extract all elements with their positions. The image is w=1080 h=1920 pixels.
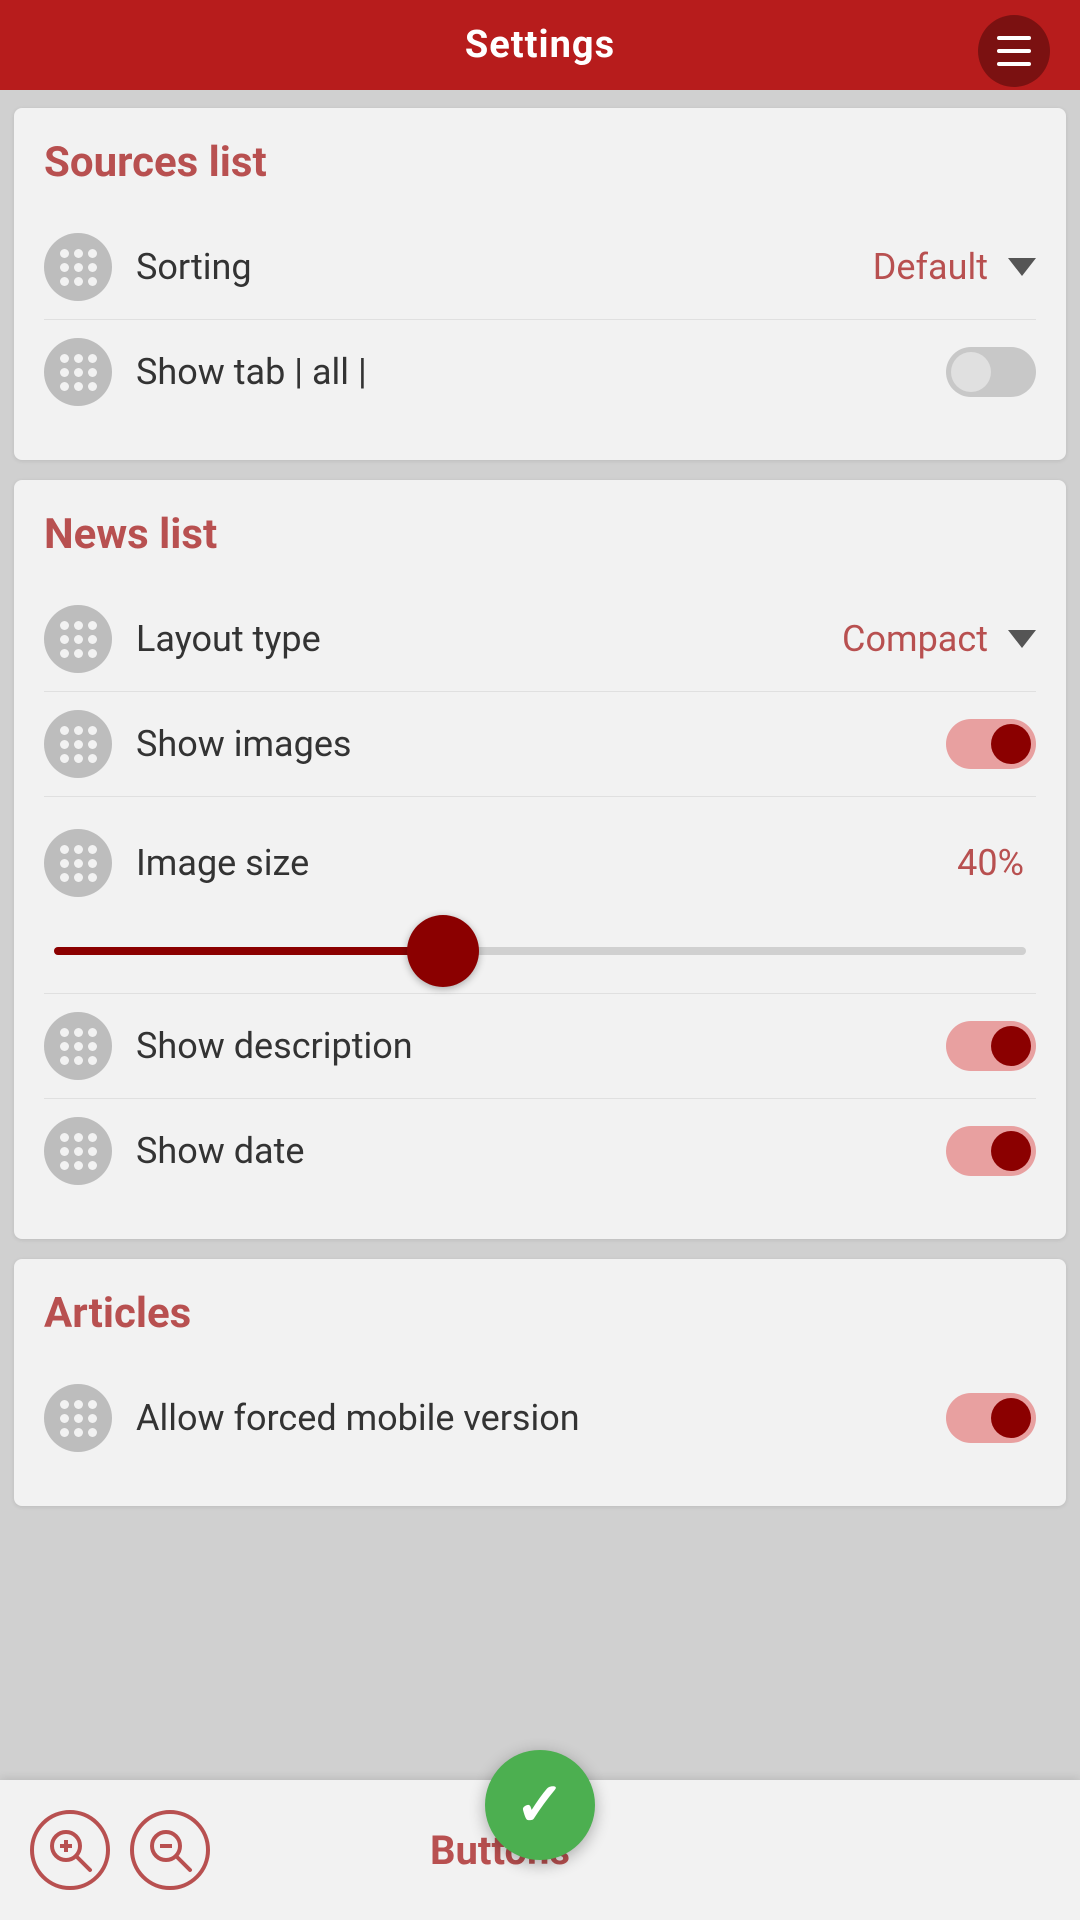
image-size-row: Image size 40% <box>44 811 1036 907</box>
news-list-title: News list <box>44 510 1036 559</box>
main-content: Sources list Sorting Default <box>0 90 1080 1626</box>
show-images-label: Show images <box>136 723 946 765</box>
layout-type-value: Compact <box>842 618 988 660</box>
toggle-knob <box>991 1131 1031 1171</box>
show-date-label: Show date <box>136 1130 946 1172</box>
slider-fill <box>54 947 443 955</box>
page-title: Settings <box>465 23 615 67</box>
grid-icon <box>60 845 96 881</box>
zoom-out-button[interactable] <box>130 1810 210 1890</box>
articles-title: Articles <box>44 1289 1036 1338</box>
hamburger-icon <box>997 36 1031 66</box>
zoom-out-icon <box>146 1826 194 1874</box>
show-date-icon <box>44 1117 112 1185</box>
show-tab-icon <box>44 338 112 406</box>
show-date-toggle[interactable] <box>946 1126 1036 1176</box>
grid-icon <box>60 1133 96 1169</box>
sorting-dropdown-arrow[interactable] <box>1008 258 1036 276</box>
layout-type-icon <box>44 605 112 673</box>
sorting-row: Sorting Default <box>44 215 1036 320</box>
grid-icon <box>60 249 96 285</box>
grid-icon <box>60 621 96 657</box>
image-size-slider-container[interactable] <box>44 947 1036 955</box>
grid-icon <box>60 726 96 762</box>
toggle-knob <box>991 724 1031 764</box>
show-tab-row: Show tab | all | <box>44 320 1036 424</box>
show-description-toggle[interactable] <box>946 1021 1036 1071</box>
show-description-icon <box>44 1012 112 1080</box>
allow-forced-mobile-row: Allow forced mobile version <box>44 1366 1036 1470</box>
layout-type-label: Layout type <box>136 618 842 660</box>
confirm-fab[interactable]: ✓ <box>485 1750 595 1860</box>
sorting-value: Default <box>873 246 988 288</box>
sorting-label: Sorting <box>136 246 873 288</box>
zoom-in-icon <box>46 1826 94 1874</box>
show-images-icon <box>44 710 112 778</box>
news-list-card: News list Layout type Compact <box>14 480 1066 1239</box>
allow-forced-mobile-label: Allow forced mobile version <box>136 1397 946 1439</box>
show-tab-label: Show tab | all | <box>136 351 946 393</box>
layout-type-dropdown-arrow[interactable] <box>1008 630 1036 648</box>
toggle-knob <box>991 1026 1031 1066</box>
show-date-row: Show date <box>44 1099 1036 1203</box>
toggle-knob <box>951 352 991 392</box>
sources-list-card: Sources list Sorting Default <box>14 108 1066 460</box>
allow-forced-mobile-icon <box>44 1384 112 1452</box>
menu-button[interactable] <box>978 15 1050 87</box>
grid-icon <box>60 1028 96 1064</box>
image-size-section: Image size 40% <box>44 797 1036 994</box>
zoom-in-button[interactable] <box>30 1810 110 1890</box>
slider-thumb[interactable] <box>407 915 479 987</box>
image-size-value: 40% <box>957 842 1024 884</box>
layout-type-row: Layout type Compact <box>44 587 1036 692</box>
image-size-label: Image size <box>136 842 957 884</box>
sources-list-title: Sources list <box>44 138 1036 187</box>
toggle-knob <box>991 1398 1031 1438</box>
articles-card: Articles Allow forced mobile version <box>14 1259 1066 1506</box>
slider-track[interactable] <box>54 947 1026 955</box>
sorting-icon <box>44 233 112 301</box>
show-images-row: Show images <box>44 692 1036 797</box>
show-images-toggle[interactable] <box>946 719 1036 769</box>
grid-icon <box>60 1400 96 1436</box>
grid-icon <box>60 354 96 390</box>
show-description-row: Show description <box>44 994 1036 1099</box>
app-header: Settings <box>0 0 1080 90</box>
show-tab-toggle[interactable] <box>946 347 1036 397</box>
checkmark-icon: ✓ <box>515 1775 565 1835</box>
image-size-icon <box>44 829 112 897</box>
allow-forced-mobile-toggle[interactable] <box>946 1393 1036 1443</box>
show-description-label: Show description <box>136 1025 946 1067</box>
